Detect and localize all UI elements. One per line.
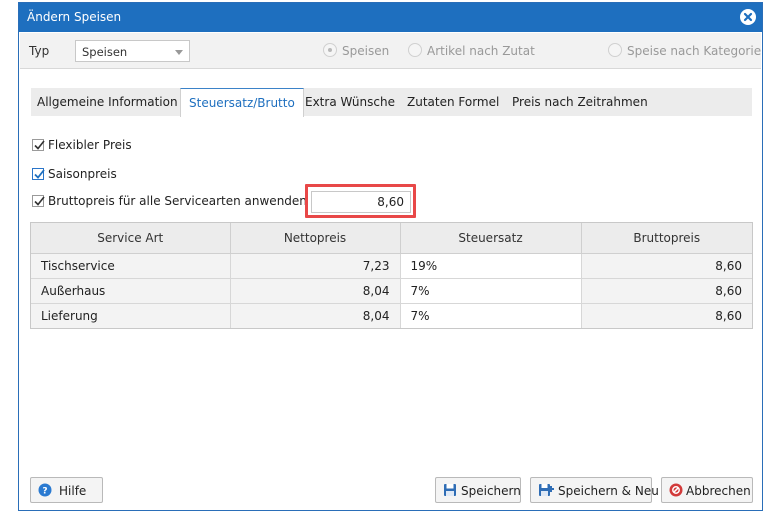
nettopreis-cell: 7,23 xyxy=(230,253,401,279)
steuersatz-cell[interactable]: 19% xyxy=(400,253,582,279)
dialog-window: Ändern Speisen Typ Speisen Speisen Artik… xyxy=(18,2,763,511)
table-row[interactable]: Außerhaus 8,04 7% 8,60 xyxy=(31,278,752,304)
radio-speisen[interactable]: Speisen xyxy=(323,43,403,59)
radio-label: Speise nach Kategorie xyxy=(627,44,762,58)
checkbox-box xyxy=(32,139,45,151)
svg-text:?: ? xyxy=(42,487,47,497)
close-icon[interactable] xyxy=(740,9,756,25)
save-new-button[interactable]: Speichern & Neu xyxy=(530,477,659,503)
type-select-value: Speisen xyxy=(82,45,128,59)
bruttopreis-cell: 8,60 xyxy=(581,278,752,304)
radio-dot-icon xyxy=(408,43,422,57)
column-header[interactable]: Nettopreis xyxy=(230,223,401,254)
save-icon xyxy=(443,483,457,497)
title-bar: Ändern Speisen xyxy=(19,3,762,32)
radio-artikel-nach-zutat[interactable]: Artikel nach Zutat xyxy=(408,43,538,59)
dialog-title: Ändern Speisen xyxy=(27,10,122,24)
help-icon: ? xyxy=(38,483,52,497)
radio-label: Speisen xyxy=(342,44,390,58)
highlight-frame xyxy=(305,184,416,218)
radio-speise-nach-kategorie[interactable]: Speise nach Kategorie xyxy=(608,43,761,59)
checkbox-bruttopreis-alle[interactable]: Bruttopreis für alle Servicearten anwend… xyxy=(32,194,307,211)
tab-bar: Allgemeine Information Steuersatz/Brutto… xyxy=(31,88,752,117)
price-table: Service Art Nettopreis Steuersatz Brutto… xyxy=(30,222,753,329)
save-button-label: Speichern xyxy=(461,484,521,498)
column-header[interactable]: Service Art xyxy=(31,223,231,254)
check-icon xyxy=(34,140,45,150)
check-icon xyxy=(34,196,45,206)
cancel-icon xyxy=(669,483,683,497)
chevron-down-icon xyxy=(175,50,183,55)
help-button-label: Hilfe xyxy=(59,484,87,498)
steuersatz-cell[interactable]: 7% xyxy=(400,278,582,304)
type-label: Typ xyxy=(29,44,50,58)
type-bar: Typ Speisen Speisen Artikel nach Zutat S… xyxy=(20,33,761,69)
table-row[interactable]: Lieferung 8,04 7% 8,60 xyxy=(31,303,752,328)
radio-label: Artikel nach Zutat xyxy=(427,44,535,58)
tab-extra-wuensche[interactable]: Extra Wünsche xyxy=(305,88,395,116)
tab-preis-nach-zeitrahmen[interactable]: Preis nach Zeitrahmen xyxy=(512,88,648,116)
checkbox-box xyxy=(32,195,45,207)
tab-allgemeine-information[interactable]: Allgemeine Information xyxy=(37,88,178,116)
checkbox-label: Saisonpreis xyxy=(48,167,117,181)
type-select[interactable]: Speisen xyxy=(75,40,190,62)
steuersatz-cell[interactable]: 7% xyxy=(400,303,582,328)
cancel-button[interactable]: Abbrechen xyxy=(661,477,753,503)
checkbox-flexibler-preis[interactable]: Flexibler Preis xyxy=(32,138,147,155)
tab-steuersatz-brutto[interactable]: Steuersatz/Brutto xyxy=(180,88,304,117)
table-row[interactable]: Tischservice 7,23 19% 8,60 xyxy=(31,253,752,279)
bruttopreis-cell: 8,60 xyxy=(581,253,752,279)
checkbox-saisonpreis[interactable]: Saisonpreis xyxy=(32,167,132,184)
service-art-cell: Tischservice xyxy=(31,253,231,279)
bruttopreis-cell: 8,60 xyxy=(581,303,752,328)
cancel-button-label: Abbrechen xyxy=(686,484,751,498)
service-art-cell: Lieferung xyxy=(31,303,231,328)
column-header[interactable]: Bruttopreis xyxy=(581,223,752,254)
table-header-row: Service Art Nettopreis Steuersatz Brutto… xyxy=(31,223,752,254)
nettopreis-cell: 8,04 xyxy=(230,278,401,304)
service-art-cell: Außerhaus xyxy=(31,278,231,304)
save-button[interactable]: Speichern xyxy=(435,477,521,503)
save-new-icon xyxy=(538,483,554,497)
check-icon xyxy=(34,169,45,179)
checkbox-box xyxy=(32,168,45,180)
checkbox-label: Bruttopreis für alle Servicearten anwend… xyxy=(48,194,307,208)
column-header[interactable]: Steuersatz xyxy=(400,223,582,254)
radio-dot-icon xyxy=(608,43,622,57)
help-button[interactable]: ? Hilfe xyxy=(30,477,103,503)
tab-zutaten-formel[interactable]: Zutaten Formel xyxy=(407,88,499,116)
save-new-button-label: Speichern & Neu xyxy=(558,484,659,498)
radio-dot-icon xyxy=(323,43,337,57)
nettopreis-cell: 8,04 xyxy=(230,303,401,328)
checkbox-label: Flexibler Preis xyxy=(48,138,132,152)
